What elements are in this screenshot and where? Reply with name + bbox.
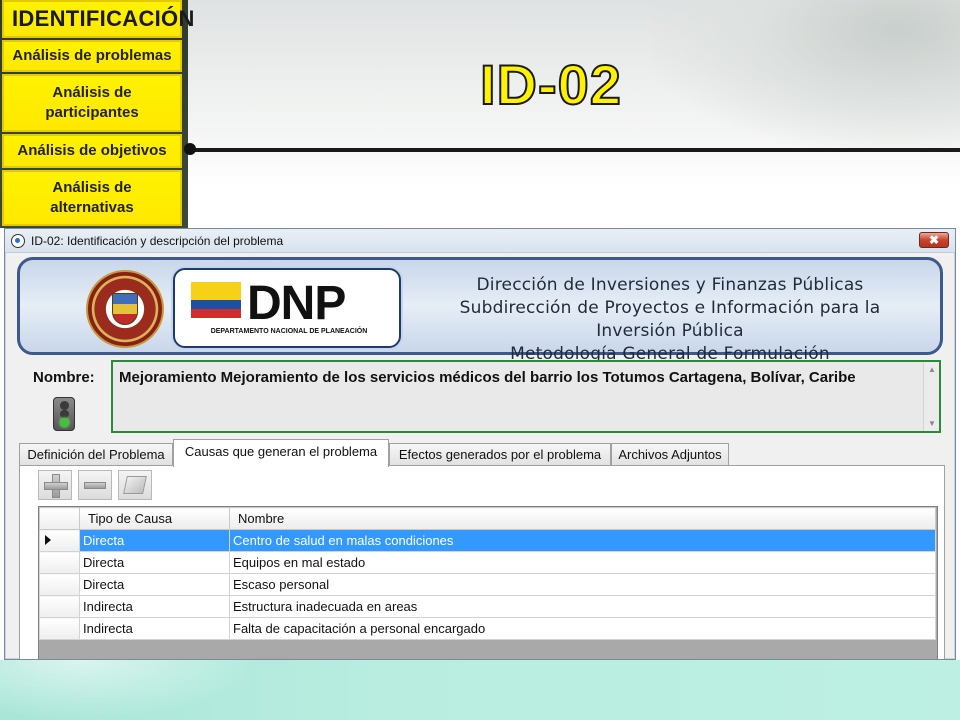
traffic-light-icon [53, 397, 75, 431]
title-divider [185, 148, 960, 152]
name-value: Mejoramiento Mejoramiento de los servici… [119, 369, 856, 386]
bottom-decoration [0, 660, 260, 720]
tab-efectos[interactable]: Efectos generados por el problema [389, 443, 611, 465]
window-titlebar: ID-02: Identificación y descripción del … [5, 229, 955, 253]
causes-grid: Tipo de Causa Nombre Directa Centro de s… [38, 506, 938, 659]
nav-analisis-alternativas[interactable]: Análisis de alternativas [2, 170, 182, 226]
cell-tipo[interactable]: Indirecta [79, 595, 230, 618]
table-row[interactable]: Directa Centro de salud en malas condici… [39, 529, 936, 552]
name-field[interactable]: Mejoramiento Mejoramiento de los servici… [111, 360, 941, 433]
cell-tipo[interactable]: Directa [79, 529, 230, 552]
dnp-logo-subtitle: DEPARTAMENTO NACIONAL DE PLANEACIÓN [210, 328, 368, 335]
row-selector[interactable] [39, 595, 80, 618]
table-row[interactable]: Indirecta Falta de capacitación a person… [39, 617, 936, 640]
remove-button[interactable] [78, 470, 112, 500]
app-window: ID-02: Identificación y descripción del … [4, 228, 956, 660]
cell-nombre[interactable]: Escaso personal [229, 573, 936, 596]
row-header-corner [39, 507, 80, 530]
row-selector[interactable] [39, 529, 80, 552]
plus-icon [44, 474, 68, 498]
edit-icon [123, 476, 147, 494]
dnp-logo: DNP DEPARTAMENTO NACIONAL DE PLANEACIÓN [173, 268, 401, 348]
tab-definicion-problema[interactable]: Definición del Problema [19, 443, 173, 465]
row-selector[interactable] [39, 551, 80, 574]
row-pointer-icon [45, 535, 51, 545]
banner-line-1: Dirección de Inversiones y Finanzas Públ… [476, 275, 864, 295]
cell-nombre[interactable]: Equipos en mal estado [229, 551, 936, 574]
column-header-nombre[interactable]: Nombre [229, 507, 936, 530]
cell-tipo[interactable]: Directa [79, 573, 230, 596]
nav-identificacion[interactable]: IDENTIFICACIÓN [2, 0, 194, 38]
close-button[interactable]: ✖ [919, 232, 949, 248]
nav-analisis-problemas[interactable]: Análisis de problemas [2, 40, 182, 72]
nav-analisis-objetivos[interactable]: Análisis de objetivos [2, 134, 182, 168]
cell-nombre[interactable]: Falta de capacitación a personal encarga… [229, 617, 936, 640]
shield-icon [112, 293, 138, 325]
minus-icon [84, 481, 106, 489]
banner-line-2: Subdirección de Proyectos e Información … [459, 298, 881, 341]
name-label: Nombre: [33, 369, 95, 386]
slide-title: ID-02 [479, 52, 622, 117]
scroll-up-icon[interactable]: ▲ [928, 365, 936, 374]
title-divider-dot [184, 143, 196, 155]
causes-table: Tipo de Causa Nombre Directa Centro de s… [39, 507, 936, 640]
cell-tipo[interactable]: Directa [79, 551, 230, 574]
colombia-flag-icon [191, 282, 241, 318]
row-selector[interactable] [39, 617, 80, 640]
banner-text: Dirección de Inversiones y Finanzas Públ… [420, 274, 920, 366]
tab-strip: Definición del Problema Causas que gener… [19, 439, 929, 467]
column-header-tipo[interactable]: Tipo de Causa [79, 507, 230, 530]
scroll-down-icon[interactable]: ▼ [928, 419, 936, 428]
window-title: ID-02: Identificación y descripción del … [31, 233, 284, 248]
dnp-logo-text: DNP [247, 277, 346, 330]
cell-tipo[interactable]: Indirecta [79, 617, 230, 640]
nav-analisis-participantes[interactable]: Análisis de participantes [2, 74, 182, 132]
header-banner: DNP DEPARTAMENTO NACIONAL DE PLANEACIÓN … [17, 257, 943, 364]
name-scrollbar[interactable]: ▲ ▼ [923, 362, 939, 431]
table-row[interactable]: Indirecta Estructura inadecuada en areas [39, 595, 936, 618]
tab-panel-causas: Tipo de Causa Nombre Directa Centro de s… [19, 465, 945, 659]
cell-nombre[interactable]: Centro de salud en malas condiciones [229, 529, 936, 552]
tab-archivos-adjuntos[interactable]: Archivos Adjuntos [611, 443, 729, 465]
slide-decoration [650, 0, 960, 150]
colombia-crest-logo [86, 270, 164, 348]
row-selector[interactable] [39, 573, 80, 596]
edit-button[interactable] [118, 470, 152, 500]
app-icon [11, 233, 25, 248]
table-row[interactable]: Directa Equipos en mal estado [39, 551, 936, 574]
add-button[interactable] [38, 470, 72, 500]
table-row[interactable]: Directa Escaso personal [39, 573, 936, 596]
cell-nombre[interactable]: Estructura inadecuada en areas [229, 595, 936, 618]
tab-causas[interactable]: Causas que generan el problema [173, 439, 389, 467]
